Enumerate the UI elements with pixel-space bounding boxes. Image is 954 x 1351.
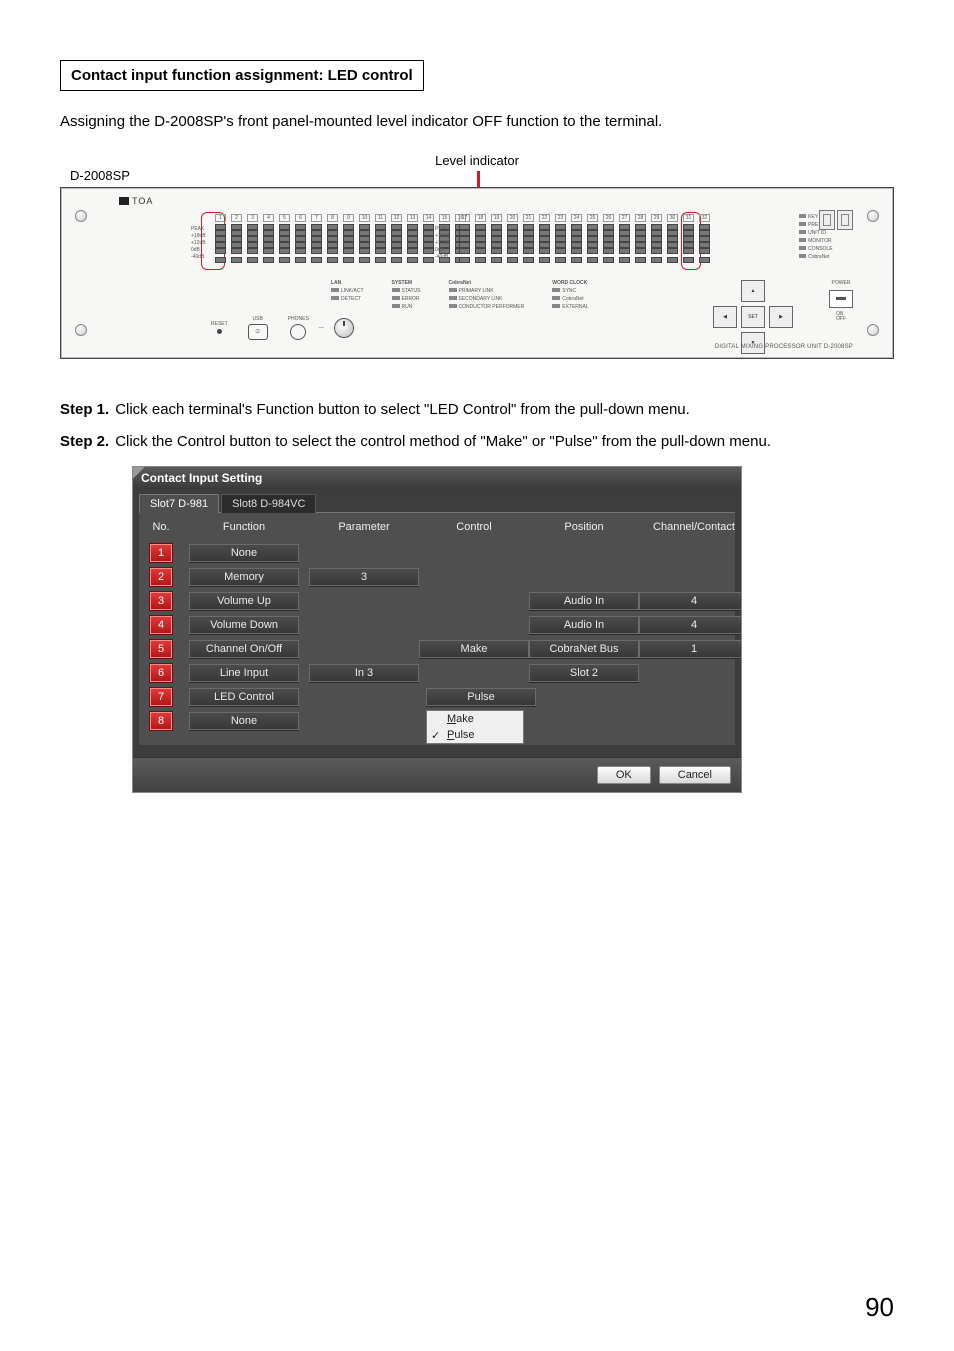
nav-set-button: SET — [741, 306, 765, 328]
row-number: 5 — [149, 639, 173, 659]
col-function: Function — [179, 521, 309, 533]
dropdown-item[interactable]: Make — [427, 711, 523, 727]
row-number: 2 — [149, 567, 173, 587]
product-line-label: DIGITAL MIXING PROCESSOR UNIT D-2008SP — [715, 344, 853, 350]
control-button[interactable]: Make — [419, 640, 529, 658]
tab-slot7[interactable]: Slot7 D-981 — [139, 494, 219, 513]
step-2: Step 2. Click the Control button to sele… — [60, 431, 894, 453]
front-ports: RESET USB ⎚ PHONES — — [211, 316, 354, 340]
channel-button[interactable]: 1 — [639, 640, 742, 658]
usb-port-icon: ⎚ — [248, 324, 268, 340]
power-section: POWER ON OFF — [829, 280, 853, 323]
nav-right-button: ▶ — [769, 306, 793, 328]
panel-screw — [75, 210, 87, 222]
level-labels: PEAK +18dB +12dB 0dB -40dB — [191, 226, 206, 260]
nav-down-button: ▼ — [741, 332, 765, 354]
brand-logo: TOA — [119, 196, 153, 206]
panel-screw — [867, 210, 879, 222]
intro-text: Assigning the D-2008SP's front panel-mou… — [60, 111, 894, 133]
function-button[interactable]: LED Control — [189, 688, 299, 706]
row-number: 6 — [149, 663, 173, 683]
parameter-button[interactable]: 3 — [309, 568, 419, 586]
level-indicator-label: Level indicator — [435, 153, 519, 168]
page-number: 90 — [865, 1292, 894, 1323]
tab-slot8[interactable]: Slot8 D-984VC — [221, 494, 316, 513]
phones-jack-icon — [290, 324, 306, 340]
panel-screw — [75, 324, 87, 336]
cancel-button[interactable]: Cancel — [659, 766, 731, 784]
col-position: Position — [529, 521, 639, 533]
section-heading: Contact input function assignment: LED c… — [60, 60, 424, 91]
level-labels: PEAK +18dB +12dB 0dB -40dB — [435, 226, 450, 260]
function-button[interactable]: Memory — [189, 568, 299, 586]
ok-button[interactable]: OK — [597, 766, 651, 784]
table-row: 3Volume UpAudio In4 — [143, 589, 731, 613]
step-1: Step 1. Click each terminal's Function b… — [60, 399, 894, 421]
row-number: 1 — [149, 543, 173, 563]
table-row: 1 None — [143, 541, 731, 565]
status-indicators: LAN LINK/ACT DETECT SYSTEM STATUS ERROR … — [331, 280, 589, 310]
function-button[interactable]: None — [189, 712, 299, 730]
control-dropdown-menu: Make✓Pulse — [426, 710, 524, 744]
col-control: Control — [419, 521, 529, 533]
function-button[interactable]: Volume Down — [189, 616, 299, 634]
parameter-button[interactable]: In 3 — [309, 664, 419, 682]
position-button[interactable]: Audio In — [529, 592, 639, 610]
phones-volume-knob — [334, 318, 354, 338]
position-button[interactable]: Audio In — [529, 616, 639, 634]
channel-button[interactable]: 4 — [639, 616, 742, 634]
panel-screw — [867, 324, 879, 336]
power-switch — [829, 290, 853, 308]
device-label: D-2008SP — [70, 168, 130, 183]
channel-button[interactable]: 4 — [639, 592, 742, 610]
selector-pad: ▲ ◀ SET ▶ ▼ — [713, 280, 793, 354]
nav-up-button: ▲ — [741, 280, 765, 302]
row-number: 3 — [149, 591, 173, 611]
table-row: 2 Memory 3 — [143, 565, 731, 589]
function-button[interactable]: None — [189, 544, 299, 562]
position-button[interactable]: CobraNet Bus — [529, 640, 639, 658]
led-block-right: PEAK +18dB +12dB 0dB -40dB 1718192021222… — [459, 214, 710, 263]
table-row: 7LED ControlPulseMake✓Pulse — [143, 685, 731, 709]
hardware-panel: TOA PEAK +18dB +12dB 0dB -40dB 123456789… — [60, 187, 894, 359]
led-block-left: PEAK +18dB +12dB 0dB -40dB 1234567891011… — [215, 214, 466, 263]
col-channel-contact: Channel/Contact — [639, 521, 742, 533]
row-number: 8 — [149, 711, 173, 731]
position-button[interactable]: Slot 2 — [529, 664, 639, 682]
col-parameter: Parameter — [309, 521, 419, 533]
settings-table: No. Function Parameter Control Position … — [139, 512, 735, 745]
control-button[interactable]: Pulse — [426, 688, 536, 706]
dropdown-item[interactable]: ✓Pulse — [427, 727, 523, 743]
col-no: No. — [143, 521, 179, 533]
function-button[interactable]: Line Input — [189, 664, 299, 682]
tab-bar: Slot7 D-981 Slot8 D-984VC — [133, 489, 741, 512]
row-number: 7 — [149, 687, 173, 707]
table-row: 6 Line Input In 3 Slot 2 — [143, 661, 731, 685]
row-number: 4 — [149, 615, 173, 635]
check-icon: ✓ — [431, 729, 440, 742]
reset-button — [217, 329, 222, 334]
function-button[interactable]: Volume Up — [189, 592, 299, 610]
table-row: 5Channel On/OffMakeCobraNet Bus1 — [143, 637, 731, 661]
table-row: 4Volume DownAudio In4 — [143, 613, 731, 637]
display-cards — [819, 210, 853, 230]
window-title: Contact Input Setting — [133, 467, 741, 489]
function-button[interactable]: Channel On/Off — [189, 640, 299, 658]
nav-left-button: ◀ — [713, 306, 737, 328]
window-footer: OK Cancel — [133, 757, 741, 792]
contact-input-setting-window: Contact Input Setting Slot7 D-981 Slot8 … — [132, 466, 742, 793]
hardware-diagram: D-2008SP Level indicator TOA PEAK +18dB … — [60, 153, 894, 359]
